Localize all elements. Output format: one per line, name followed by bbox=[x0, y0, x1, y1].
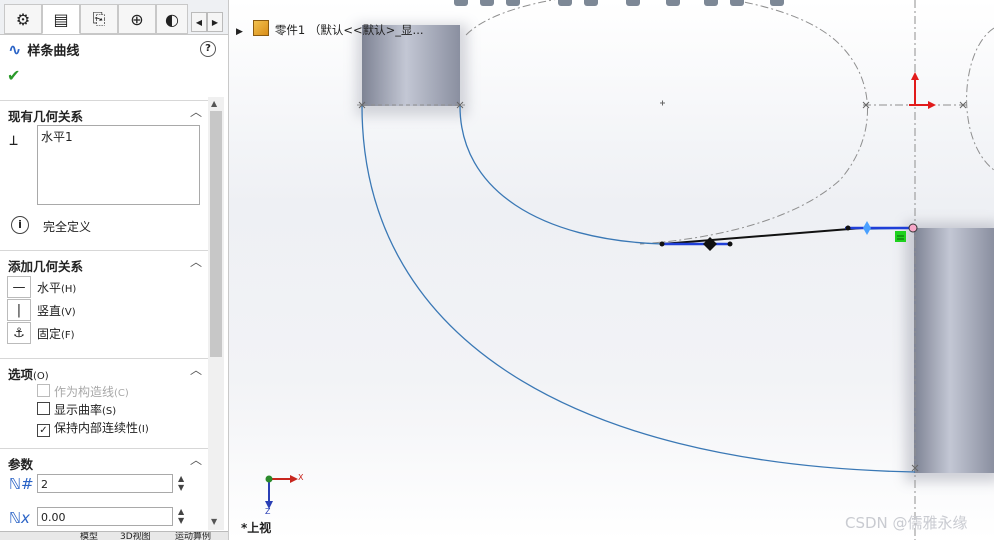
section-view-icon[interactable] bbox=[558, 0, 572, 6]
dimxpert-icon: ⊕ bbox=[130, 9, 144, 29]
expand-arrow-icon[interactable]: ▶ bbox=[236, 27, 243, 37]
collapse-icon[interactable]: ︿ bbox=[190, 361, 202, 378]
zoom-area-icon[interactable] bbox=[480, 0, 494, 6]
checkbox bbox=[37, 384, 50, 397]
add-relations-header[interactable]: 添加几何关系 ︿ bbox=[0, 250, 208, 274]
watermark: CSDN @儒雅永缘 bbox=[845, 514, 968, 532]
label: 竖直 bbox=[37, 304, 62, 318]
configuration-manager-icon: ⎘ bbox=[92, 9, 106, 28]
add-relation-vertical-label: 竖直(V) bbox=[37, 302, 76, 319]
view-orientation-icon[interactable] bbox=[584, 0, 598, 6]
display-manager-icon: ◐ bbox=[165, 9, 179, 29]
tab-scroll-right[interactable]: ▶ bbox=[207, 12, 223, 32]
display-style-icon[interactable] bbox=[626, 0, 640, 6]
add-relation-fix-label: 固定(F) bbox=[37, 325, 75, 342]
x-coordinate-input[interactable]: 0.00 bbox=[37, 507, 173, 526]
panel-scrollbar[interactable]: ▲ ▼ bbox=[208, 97, 224, 530]
triad-z-label: Z bbox=[265, 507, 271, 516]
tab-feature-manager[interactable]: ⚙ bbox=[4, 4, 42, 34]
shortcut: (S) bbox=[102, 406, 117, 417]
part-icon bbox=[252, 20, 269, 36]
tab-motion-study[interactable]: 运动算例 bbox=[175, 532, 211, 540]
info-icon: i bbox=[11, 216, 29, 234]
shortcut: (V) bbox=[61, 307, 76, 318]
tab-property-manager[interactable]: ▤ bbox=[42, 4, 80, 34]
options-heading-text: 选项 bbox=[8, 367, 34, 382]
panel-title: ∿ 样条曲线 bbox=[8, 40, 79, 59]
options-heading: 选项(O) bbox=[8, 364, 49, 383]
fix-icon: ⚓ bbox=[7, 322, 31, 344]
checkbox-checked[interactable]: ✓ bbox=[37, 424, 50, 437]
option-keep-continuity[interactable]: ✓ 保持内部连续性(I) bbox=[37, 419, 149, 437]
option-show-curvature[interactable]: 显示曲率(S) bbox=[37, 401, 116, 417]
collapse-icon[interactable]: ︿ bbox=[190, 253, 202, 270]
existing-relations-header[interactable]: 现有几何关系 ︿ bbox=[0, 100, 208, 124]
scroll-up-icon[interactable]: ▲ bbox=[211, 99, 217, 108]
zoom-fit-icon[interactable] bbox=[454, 0, 468, 6]
add-relation-horizontal-label: 水平(H) bbox=[37, 279, 76, 296]
spline-points-icon: ℕ# bbox=[9, 475, 34, 493]
checkbox[interactable] bbox=[37, 402, 50, 415]
previous-view-icon[interactable] bbox=[506, 0, 520, 6]
triad-x-label: X bbox=[298, 473, 304, 482]
spinner-icon[interactable]: ▲ ▼ bbox=[178, 474, 188, 492]
parameters-heading: 参数 bbox=[8, 457, 34, 472]
label: 保持内部连续性 bbox=[54, 421, 139, 435]
vertical-icon: | bbox=[7, 299, 31, 321]
help-icon[interactable]: ? bbox=[200, 41, 216, 57]
existing-relations-heading: 现有几何关系 bbox=[8, 109, 84, 124]
graphics-area[interactable] bbox=[229, 0, 994, 540]
property-manager-panel: ⚙ ▤ ⎘ ⊕ ◐ ◀ ▶ ∿ 样条曲线 ? ✔ 现有几何关系 ︿ ⊥ 水平1 i… bbox=[0, 0, 229, 540]
spline-icon: ∿ bbox=[8, 40, 22, 59]
tab-scroll-left[interactable]: ◀ bbox=[191, 12, 207, 32]
feature-manager-icon: ⚙ bbox=[15, 9, 31, 29]
spinner-icon[interactable]: ▲ ▼ bbox=[178, 507, 188, 525]
scroll-down-icon[interactable]: ▼ bbox=[211, 517, 217, 526]
tree-root-label[interactable]: 零件1 （默认<<默认>_显... bbox=[275, 23, 424, 37]
view-orientation-label: *上视 bbox=[241, 521, 272, 535]
spline-points-input[interactable]: 2 bbox=[37, 474, 173, 493]
view-settings-icon[interactable] bbox=[770, 0, 784, 6]
x-coordinate-icon: ℕx bbox=[9, 509, 30, 527]
shortcut: (I) bbox=[138, 424, 149, 435]
label: 水平 bbox=[37, 281, 62, 295]
tab-model[interactable]: 模型 bbox=[80, 532, 98, 540]
panel-title-text: 样条曲线 bbox=[27, 44, 80, 59]
feature-tree-flyout[interactable]: ▶ 零件1 （默认<<默认>_显... bbox=[236, 20, 424, 38]
scrollbar-thumb[interactable] bbox=[210, 111, 222, 357]
checkmark-icon[interactable]: ✔ bbox=[7, 66, 20, 85]
existing-relations-list[interactable]: 水平1 bbox=[37, 125, 200, 205]
label: 固定 bbox=[37, 327, 62, 341]
tab-3d-view[interactable]: 3D视图 bbox=[120, 532, 151, 540]
options-header[interactable]: 选项(O) ︿ bbox=[0, 358, 208, 383]
panel-tab-bar: ⚙ ▤ ⎘ ⊕ ◐ ◀ ▶ bbox=[0, 0, 228, 35]
property-manager-icon: ▤ bbox=[53, 9, 69, 29]
tab-configuration-manager[interactable]: ⎘ bbox=[80, 4, 118, 34]
add-relations-heading: 添加几何关系 bbox=[8, 259, 84, 274]
definition-status: 完全定义 bbox=[43, 220, 92, 234]
collapse-icon[interactable]: ︿ bbox=[190, 103, 202, 120]
tab-dimxpert[interactable]: ⊕ bbox=[118, 4, 156, 34]
bottom-tab-bar: 模型 3D视图 运动算例 bbox=[0, 531, 228, 540]
label: 显示曲率 bbox=[54, 403, 103, 417]
relation-item[interactable]: 水平1 bbox=[38, 126, 199, 147]
shortcut: (H) bbox=[61, 284, 77, 295]
relation-icon: ⊥ bbox=[9, 131, 19, 149]
scene-icon[interactable] bbox=[730, 0, 744, 6]
parameters-header[interactable]: 参数 ︿ bbox=[0, 448, 208, 472]
shortcut: (C) bbox=[114, 388, 129, 399]
edit-appearance-icon[interactable] bbox=[704, 0, 718, 6]
shortcut: (F) bbox=[61, 330, 75, 341]
hide-show-icon[interactable] bbox=[666, 0, 680, 6]
shortcut: (O) bbox=[33, 371, 49, 382]
horizontal-icon: — bbox=[7, 276, 31, 298]
label: 作为构造线 bbox=[54, 385, 115, 399]
heads-up-toolbar[interactable] bbox=[450, 0, 790, 8]
option-construction: 作为构造线(C) bbox=[37, 383, 129, 399]
tab-display-manager[interactable]: ◐ bbox=[156, 4, 188, 34]
collapse-icon[interactable]: ︿ bbox=[190, 451, 202, 468]
